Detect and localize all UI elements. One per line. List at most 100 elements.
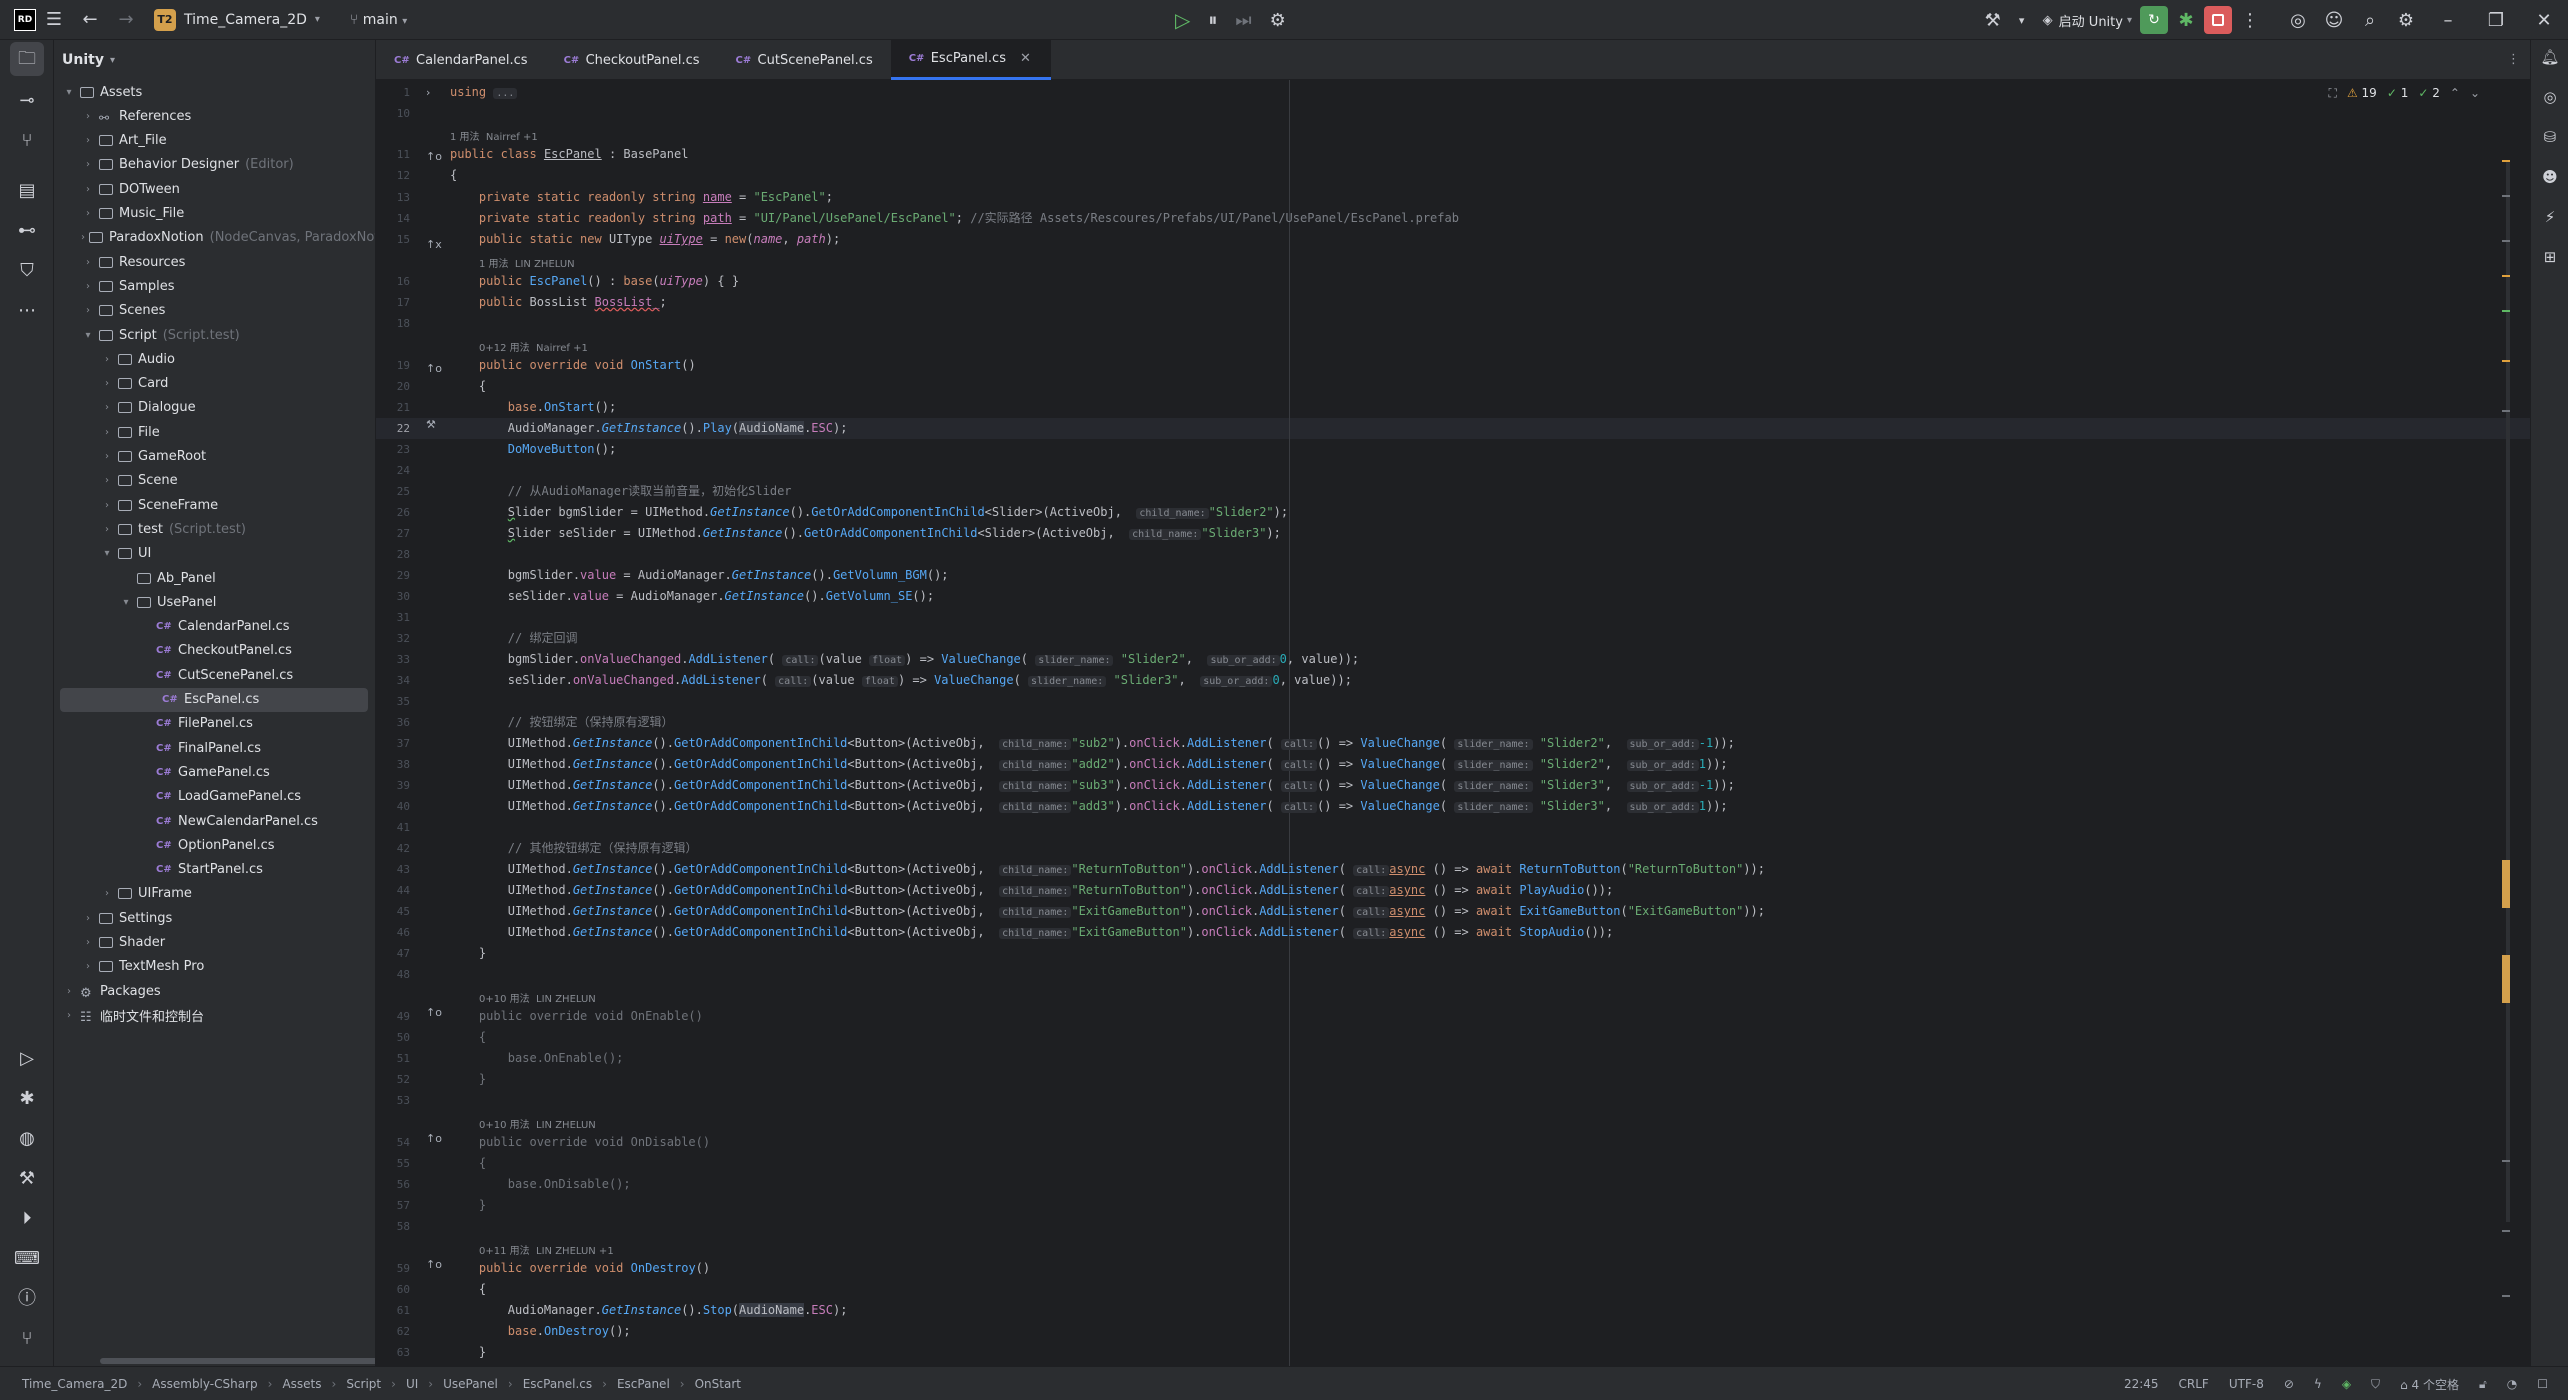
tree-file-item[interactable]: C# EscPanel.cs [60,687,368,712]
author-hint[interactable]: LIN ZHELUN +1 [536,1246,614,1257]
tree-folder-item[interactable]: ▾ UI [54,542,375,566]
chat-icon[interactable]: ☐ [2537,1377,2548,1391]
reader-mode-icon[interactable]: ⛶ [2329,86,2337,101]
tree-folder-item[interactable]: › Audio [54,347,375,371]
forward-arrow-icon[interactable]: → [108,9,144,30]
tree-folder-item[interactable]: › ⚯ References [54,104,375,128]
hammer-icon[interactable]: ⚒ [1975,10,2011,31]
more-horizontal-icon[interactable]: ⋯ [0,294,54,328]
line-number[interactable]: 52 [376,1073,410,1086]
memory-icon[interactable]: ◔ [2507,1377,2517,1391]
database-icon[interactable]: ⛁ [2531,128,2568,146]
tree-expand-arrow-icon[interactable]: › [81,937,95,948]
line-number[interactable]: 53 [376,1094,410,1107]
tree-folder-item[interactable]: › Behavior Designer (Editor) [54,153,375,177]
tree-expand-arrow-icon[interactable]: › [81,257,95,268]
tree-expand-arrow-icon[interactable]: › [100,378,114,389]
line-number[interactable]: 44 [376,884,410,897]
tree-expand-arrow-icon[interactable]: › [100,427,114,438]
breadcrumb-item[interactable]: Assembly-CSharp [152,1377,257,1391]
line-number[interactable]: 16 [376,275,410,288]
tree-expand-arrow-icon[interactable]: › [100,524,114,535]
editor-tab[interactable]: C# CutScenePanel.cs [718,40,891,80]
line-number[interactable]: 37 [376,737,410,750]
error-stripe-mark[interactable] [2502,275,2510,277]
breadcrumb-item[interactable]: Assets [282,1377,321,1391]
line-number[interactable]: 42 [376,842,410,855]
line-number[interactable]: 18 [376,317,410,330]
more-vertical-icon[interactable]: ⋮ [2232,10,2268,31]
line-number[interactable]: 56 [376,1178,410,1191]
editor-tab[interactable]: C# EscPanel.cs ✕ [890,40,1051,80]
editor-tab[interactable]: C# CalendarPanel.cs [376,40,546,80]
line-number[interactable]: 49 [376,1010,410,1023]
error-stripe-mark[interactable] [2502,360,2510,362]
services-icon[interactable]: ⏵ [0,1202,54,1236]
usage-hint[interactable]: 0+12 用法 [479,343,530,354]
error-stripe-mark[interactable] [2502,955,2510,1003]
restore-icon[interactable]: ❐ [2472,10,2520,31]
bookmarks-icon[interactable]: ⛉ [0,254,54,288]
tree-file-item[interactable]: C# CalendarPanel.cs [54,615,375,639]
line-number[interactable]: 26 [376,506,410,519]
app-logo[interactable]: RD [14,8,36,31]
check-circle-icon[interactable]: ⊘ [2284,1377,2294,1391]
editor-tab[interactable]: C# CheckoutPanel.cs [546,40,718,80]
tree-expand-arrow-icon[interactable]: › [81,913,95,924]
line-number[interactable]: 55 [376,1157,410,1170]
tree-expand-arrow-icon[interactable]: › [100,354,114,365]
performance-icon[interactable]: ⚡ [2531,208,2568,226]
override-marker-icon[interactable]: ↑x [426,238,442,251]
tree-expand-arrow-icon[interactable]: › [81,232,85,243]
line-number[interactable]: 30 [376,590,410,603]
usage-hint[interactable]: 0+10 用法 [479,1120,530,1131]
settings-gear-icon[interactable]: ⚙ [2388,10,2424,31]
line-number[interactable]: 60 [376,1283,410,1296]
line-number[interactable]: 32 [376,632,410,645]
tree-expand-arrow-icon[interactable]: ▾ [81,330,95,341]
tree-folder-item[interactable]: › Settings [54,906,375,930]
line-number[interactable]: 28 [376,548,410,561]
tree-file-item[interactable]: C# NewCalendarPanel.cs [54,809,375,833]
line-number[interactable]: 12 [376,169,410,182]
line-number[interactable]: 39 [376,779,410,792]
lock-icon[interactable]: 🔓︎ [2479,1377,2487,1392]
tree-expand-arrow-icon[interactable]: › [81,135,95,146]
tree-folder-item[interactable]: › File [54,420,375,444]
tree-expand-arrow-icon[interactable]: ▾ [119,597,133,608]
line-number[interactable]: 31 [376,611,410,624]
line-number[interactable]: 29 [376,569,410,582]
tree-folder-item[interactable]: ▾ Script (Script.test) [54,323,375,347]
line-number[interactable]: 14 [376,212,410,225]
caret-position[interactable]: 22:45 [2124,1377,2159,1391]
tree-expand-arrow-icon[interactable]: › [100,500,114,511]
diagram-icon[interactable]: ⊞ [2531,248,2568,266]
tree-expand-arrow-icon[interactable]: › [81,305,95,316]
usage-hint[interactable]: 0+10 用法 [479,994,530,1005]
collapse-arrow-icon[interactable]: › [426,86,430,99]
ai-assistant-icon[interactable]: ◎ [2280,10,2316,31]
code-vision-hint[interactable]: 0+12 用法 Nairref +1 [479,339,588,354]
tree-folder-item[interactable]: › UIFrame [54,882,375,906]
tree-expand-arrow-icon[interactable]: › [81,961,95,972]
line-number[interactable]: 15 [376,233,410,246]
project-panel-header[interactable]: Unity ▾ [54,40,375,80]
implementation-marker-icon[interactable]: ↑o [426,1258,442,1271]
breadcrumb-item[interactable]: EscPanel [617,1377,670,1391]
tree-folder-item[interactable]: › Music_File [54,202,375,226]
tree-file-item[interactable]: C# LoadGamePanel.cs [54,785,375,809]
tree-folder-item[interactable]: › Dialogue [54,396,375,420]
error-stripe-mark[interactable] [2502,160,2510,162]
tree-folder-item[interactable]: › Shader [54,931,375,955]
usage-hint[interactable]: 1 用法 [479,259,509,270]
tree-expand-arrow-icon[interactable]: › [81,184,95,195]
code-vision-hint[interactable]: 0+11 用法 LIN ZHELUN +1 [479,1242,614,1257]
chevron-down-icon[interactable]: ▾ [2011,14,2033,27]
tree-folder-item[interactable]: ▾ Assets [54,80,375,104]
vertical-scrollbar[interactable] [2506,162,2510,1222]
tree-folder-item[interactable]: › TextMesh Pro [54,955,375,979]
hamburger-menu-icon[interactable]: ☰ [36,9,72,30]
error-stripe-mark[interactable] [2502,240,2510,242]
bug-icon[interactable]: ✱ [2168,10,2204,31]
line-number[interactable]: 40 [376,800,410,813]
